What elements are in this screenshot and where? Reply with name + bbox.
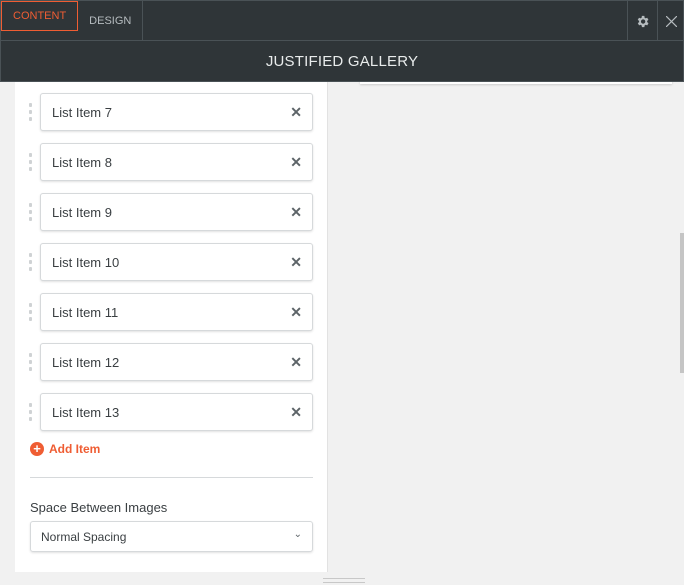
gear-icon	[637, 15, 649, 27]
tab-content[interactable]: CONTENT	[1, 1, 79, 31]
drag-handle-icon[interactable]	[29, 403, 33, 421]
list-item[interactable]: List Item 12 ✕	[40, 343, 313, 381]
tab-bar: CONTENT DESIGN	[1, 1, 683, 41]
page-title: JUSTIFIED GALLERY	[265, 53, 419, 70]
spacing-select[interactable]: Normal Spacing ⌄	[30, 521, 313, 552]
scrollbar[interactable]	[680, 233, 684, 373]
add-item-label: Add Item	[49, 442, 101, 456]
drag-handle-icon[interactable]	[29, 303, 33, 321]
add-item-button[interactable]: + Add Item	[30, 442, 100, 456]
list-item[interactable]: List Item 8 ✕	[40, 143, 313, 181]
list-item-label: List Item 8	[52, 154, 112, 170]
chevron-down-icon: ⌄	[293, 529, 302, 540]
list-item[interactable]: List Item 11 ✕	[40, 293, 313, 331]
remove-item-icon[interactable]: ✕	[290, 304, 302, 321]
remove-item-icon[interactable]: ✕	[290, 104, 302, 121]
editor-header: CONTENT DESIGN JUSTIFIED GALLERY	[0, 0, 684, 82]
drag-handle-icon[interactable]	[29, 253, 33, 271]
remove-item-icon[interactable]: ✕	[290, 354, 302, 371]
drag-handle-icon[interactable]	[29, 203, 33, 221]
remove-item-icon[interactable]: ✕	[290, 204, 302, 221]
list-item-label: List Item 13	[52, 404, 120, 420]
list-item[interactable]: List Item 7 ✕	[40, 93, 313, 131]
remove-item-icon[interactable]: ✕	[290, 254, 302, 271]
spacing-value: Normal Spacing	[41, 529, 127, 544]
content-panel: List Item 7 ✕ List Item 8 ✕ List Item 9 ✕ List…	[15, 60, 328, 572]
settings-button[interactable]	[627, 1, 657, 41]
drag-handle-icon[interactable]	[29, 353, 33, 371]
list-item-label: List Item 10	[52, 254, 120, 270]
list-item-label: List Item 7	[52, 104, 112, 120]
list-item[interactable]: List Item 10 ✕	[40, 243, 313, 281]
list-item[interactable]: List Item 9 ✕	[40, 193, 313, 231]
spacing-label: Space Between Images	[30, 500, 168, 515]
remove-item-icon[interactable]: ✕	[290, 404, 302, 421]
divider	[30, 477, 313, 478]
tab-design[interactable]: DESIGN	[78, 1, 144, 41]
plus-circle-icon: +	[30, 442, 44, 456]
list-item-label: List Item 9	[52, 204, 112, 220]
list-item-label: List Item 12	[52, 354, 120, 370]
close-button[interactable]	[657, 1, 684, 41]
close-icon	[665, 15, 677, 27]
list-item[interactable]: List Item 13 ✕	[40, 393, 313, 431]
remove-item-icon[interactable]: ✕	[290, 154, 302, 171]
drag-handle-icon[interactable]	[29, 153, 33, 171]
resize-handle[interactable]	[323, 578, 365, 583]
drag-handle-icon[interactable]	[29, 103, 33, 121]
list-item-label: List Item 11	[52, 304, 119, 320]
